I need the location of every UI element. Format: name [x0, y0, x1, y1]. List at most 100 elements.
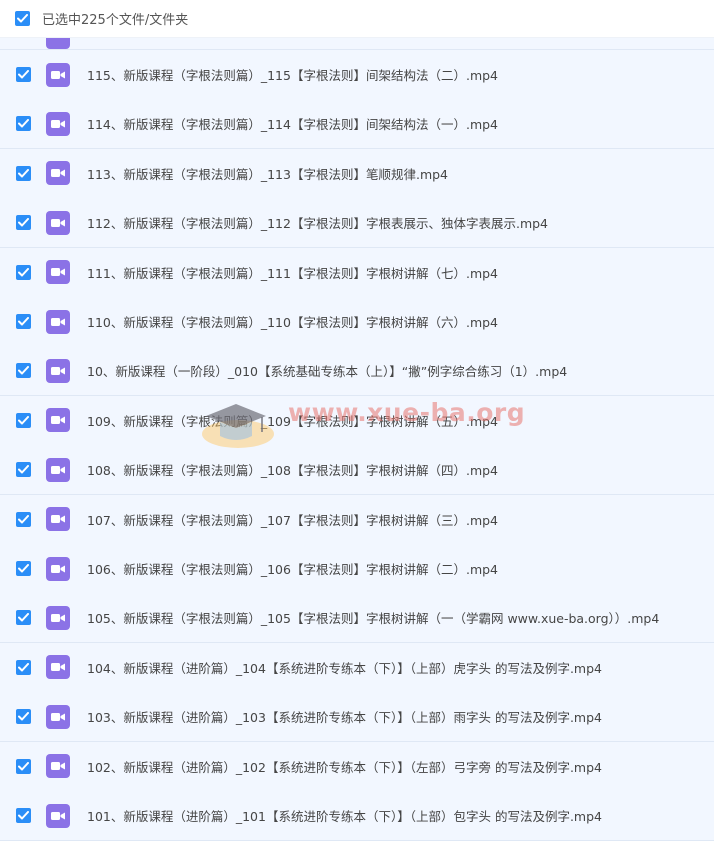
file-checkbox[interactable] [16, 659, 31, 675]
video-file-icon [46, 358, 70, 383]
selection-header: 已选中225个文件/文件夹 [0, 0, 714, 38]
camera-icon [51, 317, 65, 326]
file-row[interactable]: 108、新版课程（字根法则篇）_108【字根法则】字根树讲解（四）.mp4 [0, 445, 714, 496]
video-file-icon [46, 457, 70, 482]
file-row[interactable]: 104、新版课程（进阶篇）_104【系统进阶专练本（下）】（上部）虎字头 的写法… [0, 642, 714, 693]
checkmark-icon [17, 14, 28, 23]
video-file-icon [46, 754, 70, 779]
selection-count-label: 已选中225个文件/文件夹 [42, 13, 189, 28]
file-row[interactable]: 110、新版课程（字根法则篇）_110【字根法则】字根树讲解（六）.mp4 [0, 297, 714, 347]
file-name[interactable]: 111、新版课程（字根法则篇）_111【字根法则】字根树讲解（七）.mp4 [87, 263, 498, 282]
checkmark-icon [18, 168, 29, 178]
camera-icon [51, 366, 65, 375]
file-checkbox[interactable] [16, 67, 31, 82]
camera-icon [51, 564, 65, 573]
checkmark-icon [18, 415, 29, 425]
file-name[interactable]: 105、新版课程（字根法则篇）_105【字根法则】字根树讲解（一（学霸网 www… [87, 608, 659, 627]
checkmark-icon [18, 613, 29, 622]
file-name[interactable]: 108、新版课程（字根法则篇）_108【字根法则】字根树讲解（四）.mp4 [87, 460, 498, 479]
file-row[interactable]: 103、新版课程（进阶篇）_103【系统进阶专练本（下）】（上部）雨字头 的写法… [0, 692, 714, 743]
video-file-icon [46, 62, 70, 87]
camera-icon [51, 70, 65, 79]
file-checkbox[interactable] [16, 412, 31, 428]
video-file-icon [46, 38, 70, 49]
file-row[interactable]: 111、新版课程（字根法则篇）_111【字根法则】字根树讲解（七）.mp4 [0, 247, 714, 298]
camera-icon [51, 663, 65, 672]
checkmark-icon [18, 465, 29, 474]
video-file-icon [46, 111, 70, 136]
file-row[interactable]: 106、新版课程（字根法则篇）_106【字根法则】字根树讲解（二）.mp4 [0, 544, 714, 594]
file-name[interactable]: 115、新版课程（字根法则篇）_115【字根法则】间架结构法（二）.mp4 [87, 65, 498, 84]
file-name[interactable]: 102、新版课程（进阶篇）_102【系统进阶专练本（下）】（左部）弓字旁 的写法… [87, 757, 602, 776]
file-checkbox[interactable] [16, 511, 31, 527]
checkmark-icon [18, 70, 29, 79]
video-file-icon [46, 260, 70, 285]
list-item-partial[interactable] [0, 38, 714, 50]
video-file-icon [46, 507, 70, 532]
camera-icon [51, 515, 65, 524]
video-file-icon [46, 210, 70, 235]
camera-icon [51, 465, 65, 474]
file-name[interactable]: 114、新版课程（字根法则篇）_114【字根法则】间架结构法（一）.mp4 [87, 114, 498, 133]
video-file-icon [46, 556, 70, 581]
video-file-icon [46, 161, 70, 186]
video-file-icon [46, 704, 70, 729]
file-name[interactable]: 101、新版课程（进阶篇）_101【系统进阶专练本（下）】（上部）包字头 的写法… [87, 806, 602, 825]
file-row[interactable]: 105、新版课程（字根法则篇）_105【字根法则】字根树讲解（一（学霸网 www… [0, 593, 714, 644]
video-file-icon [46, 408, 70, 433]
file-checkbox[interactable] [16, 116, 31, 132]
file-name[interactable]: 106、新版课程（字根法则篇）_106【字根法则】字根树讲解（二）.mp4 [87, 559, 498, 578]
file-checkbox[interactable] [16, 709, 31, 725]
file-name[interactable]: 113、新版课程（字根法则篇）_113【字根法则】笔顺规律.mp4 [87, 164, 448, 183]
checkmark-icon [18, 514, 29, 524]
file-row[interactable]: 114、新版课程（字根法则篇）_114【字根法则】间架结构法（一）.mp4 [0, 99, 714, 150]
video-file-icon [46, 309, 70, 334]
checkmark-icon [18, 218, 29, 227]
file-checkbox[interactable] [16, 462, 31, 478]
video-file-icon [46, 605, 70, 630]
checkmark-icon [18, 761, 29, 771]
file-checkbox[interactable] [16, 314, 31, 329]
file-name[interactable]: 110、新版课程（字根法则篇）_110【字根法则】字根树讲解（六）.mp4 [87, 312, 498, 331]
checkmark-icon [18, 366, 29, 375]
file-name[interactable]: 107、新版课程（字根法则篇）_107【字根法则】字根树讲解（三）.mp4 [87, 510, 498, 529]
camera-icon [51, 712, 65, 721]
checkmark-icon [18, 119, 29, 128]
file-row[interactable]: 10、新版课程（一阶段）_010【系统基础专练本（上）】“撇”例字综合练习（1）… [0, 346, 714, 397]
file-checkbox[interactable] [16, 758, 31, 774]
file-row[interactable]: 115、新版课程（字根法则篇）_115【字根法则】间架结构法（二）.mp4 [0, 50, 714, 100]
checkmark-icon [18, 811, 29, 820]
video-file-icon [46, 803, 70, 828]
file-checkbox[interactable] [16, 808, 31, 823]
camera-icon [51, 416, 65, 425]
checkmark-icon [18, 317, 29, 326]
file-name[interactable]: 103、新版课程（进阶篇）_103【系统进阶专练本（下）】（上部）雨字头 的写法… [87, 707, 602, 726]
file-row[interactable]: 112、新版课程（字根法则篇）_112【字根法则】字根表展示、独体字表展示.mp… [0, 198, 714, 249]
file-checkbox[interactable] [16, 165, 31, 181]
checkmark-icon [18, 267, 29, 277]
file-name[interactable]: 109、新版课程（字根法则篇）_109【字根法则】字根树讲解（五）.mp4 [87, 411, 498, 430]
file-row[interactable]: 113、新版课程（字根法则篇）_113【字根法则】笔顺规律.mp4 [0, 148, 714, 199]
file-name[interactable]: 104、新版课程（进阶篇）_104【系统进阶专练本（下）】（上部）虎字头 的写法… [87, 658, 602, 677]
checkmark-icon [18, 564, 29, 573]
camera-icon [51, 119, 65, 128]
camera-icon [51, 169, 65, 178]
select-all-checkbox[interactable] [15, 11, 30, 26]
camera-icon [51, 762, 65, 771]
checkmark-icon [18, 712, 29, 721]
file-row[interactable]: 102、新版课程（进阶篇）_102【系统进阶专练本（下）】（左部）弓字旁 的写法… [0, 741, 714, 792]
file-checkbox[interactable] [16, 363, 31, 379]
file-row[interactable]: 101、新版课程（进阶篇）_101【系统进阶专练本（下）】（上部）包字头 的写法… [0, 791, 714, 841]
file-checkbox[interactable] [16, 561, 31, 576]
camera-icon [51, 268, 65, 277]
file-name[interactable]: 10、新版课程（一阶段）_010【系统基础专练本（上）】“撇”例字综合练习（1）… [87, 361, 567, 380]
file-name[interactable]: 112、新版课程（字根法则篇）_112【字根法则】字根表展示、独体字表展示.mp… [87, 213, 548, 232]
file-checkbox[interactable] [16, 264, 31, 280]
file-list[interactable]: 115、新版课程（字根法则篇）_115【字根法则】间架结构法（二）.mp4 114… [0, 38, 714, 850]
checkmark-icon [18, 662, 29, 672]
file-row[interactable]: 107、新版课程（字根法则篇）_107【字根法则】字根树讲解（三）.mp4 [0, 494, 714, 545]
camera-icon [51, 613, 65, 622]
file-checkbox[interactable] [16, 215, 31, 231]
file-row[interactable]: 109、新版课程（字根法则篇）_109【字根法则】字根树讲解（五）.mp4 [0, 395, 714, 446]
file-checkbox[interactable] [16, 610, 31, 626]
